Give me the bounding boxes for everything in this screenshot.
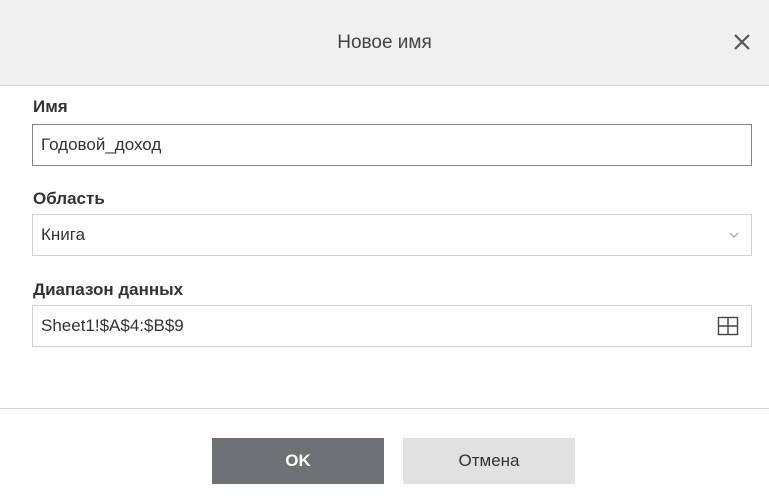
footer-divider [0,408,769,409]
close-icon[interactable] [730,30,754,54]
dialog-title: Новое имя [337,32,432,53]
cancel-button[interactable]: Отмена [403,438,575,484]
name-label: Имя [33,97,68,116]
name-input[interactable] [32,124,752,166]
ok-button[interactable]: OK [212,438,384,484]
data-range-label: Диапазон данных [33,280,184,299]
data-range-value: Sheet1!$A$4:$B$9 [41,316,184,335]
scope-select[interactable]: Книга [32,214,752,256]
grid-icon[interactable] [717,316,739,336]
scope-select-value: Книга [41,225,86,244]
data-range-input[interactable]: Sheet1!$A$4:$B$9 [32,305,752,347]
scope-label: Область [33,189,105,208]
new-name-dialog: Новое имя Имя Область Книга Диапазон дан… [0,0,769,501]
chevron-down-icon [729,232,739,238]
dialog-titlebar: Новое имя [0,0,769,86]
